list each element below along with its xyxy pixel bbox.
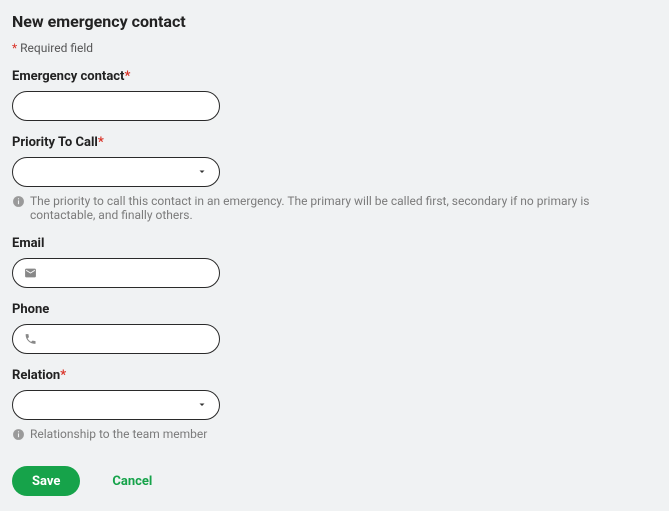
save-button[interactable]: Save	[12, 466, 80, 496]
phone-icon	[24, 333, 37, 346]
email-input[interactable]	[12, 258, 220, 288]
priority-label: Priority To Call*	[12, 135, 657, 150]
priority-help: The priority to call this contact in an …	[12, 194, 657, 222]
required-note-text: Required field	[20, 41, 93, 55]
phone-input[interactable]	[12, 324, 220, 354]
emergency-contact-label: Emergency contact*	[12, 69, 657, 84]
phone-label: Phone	[12, 302, 657, 317]
info-icon	[12, 428, 25, 444]
relation-help-text: Relationship to the team member	[30, 427, 207, 441]
relation-help: Relationship to the team member	[12, 427, 657, 444]
field-emergency-contact: Emergency contact*	[12, 69, 657, 121]
field-priority: Priority To Call* The priority to call t…	[12, 135, 657, 222]
field-relation: Relation* Relationship to the team membe…	[12, 368, 657, 444]
info-icon	[12, 195, 25, 211]
required-star: *	[12, 41, 17, 55]
page-title: New emergency contact	[12, 12, 657, 31]
cancel-button[interactable]: Cancel	[112, 474, 152, 489]
email-icon	[24, 267, 37, 280]
relation-label: Relation*	[12, 368, 657, 383]
field-phone: Phone	[12, 302, 657, 354]
emergency-contact-input[interactable]	[12, 91, 220, 121]
required-field-note: * Required field	[12, 41, 657, 55]
priority-help-text: The priority to call this contact in an …	[30, 194, 657, 222]
button-row: Save Cancel	[12, 466, 657, 496]
priority-select[interactable]	[12, 157, 220, 187]
email-label: Email	[12, 236, 657, 251]
relation-select[interactable]	[12, 390, 220, 420]
field-email: Email	[12, 236, 657, 288]
